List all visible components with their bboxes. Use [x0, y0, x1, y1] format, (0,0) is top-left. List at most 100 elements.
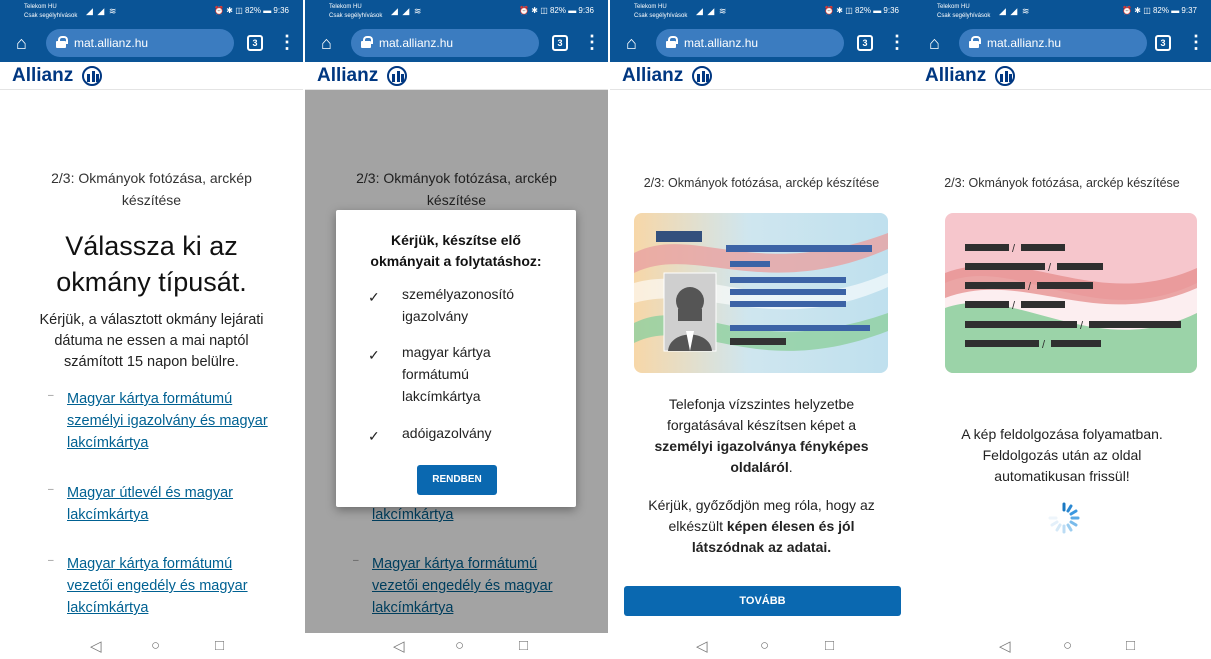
allianz-logo-mark-icon — [82, 66, 102, 86]
site-header: Allianz — [305, 62, 608, 90]
home-circle-icon[interactable]: ○ — [1063, 637, 1072, 654]
signal-icon: ◢ ◢ ≋ — [86, 6, 118, 16]
allianz-logo[interactable]: Allianz — [317, 65, 378, 87]
allianz-logo[interactable]: Allianz — [925, 65, 986, 87]
site-header: Allianz — [913, 62, 1211, 90]
home-circle-icon[interactable]: ○ — [455, 637, 464, 654]
more-menu-icon[interactable]: ⋮ — [583, 32, 601, 52]
id-card-front-illustration — [634, 213, 888, 373]
signal-icon: ◢ ◢ ≋ — [391, 6, 423, 16]
site-header: Allianz — [610, 62, 913, 90]
url-text: mat.allianz.hu — [74, 36, 149, 50]
allianz-logo-mark-icon — [692, 66, 712, 86]
back-icon[interactable]: ◁ — [696, 637, 708, 655]
home-icon[interactable]: ⌂ — [321, 33, 332, 54]
step-title: 2/3: Okmányok fotózása, arckép készítése — [643, 176, 880, 190]
lock-icon — [56, 36, 68, 48]
more-menu-icon[interactable]: ⋮ — [278, 32, 296, 52]
list-bullet: – — [48, 484, 54, 495]
carrier-name: Telekom HU — [24, 4, 57, 10]
step-title: 2/3: Okmányok fotózása, arckép készítése — [51, 170, 252, 208]
checkmark-icon: ✓ — [368, 289, 380, 305]
recents-icon[interactable]: □ — [825, 637, 834, 654]
tab-switcher-button[interactable]: 3 — [1155, 35, 1171, 51]
android-nav-bar: ◁ ○ □ — [913, 633, 1211, 659]
page-content: 2/3: Okmányok fotózása, arckép készítése… — [913, 90, 1211, 633]
status-icons-time: ⏰ ✱ ◫ 82% ▬ 9:36 — [519, 6, 594, 15]
status-bar: Telekom HU Csak segélyhívások ◢ ◢ ≋ ⏰ ✱ ◫… — [610, 0, 913, 24]
address-bar[interactable]: mat.allianz.hu — [959, 29, 1147, 57]
android-nav-bar: ◁ ○ □ — [305, 633, 608, 659]
photo-instructions: Telefonja vízszintes helyzetbe forgatásá… — [654, 396, 869, 475]
recents-icon[interactable]: □ — [215, 637, 224, 654]
expiry-notice: Kérjük, a választott okmány lejárati dát… — [39, 312, 264, 370]
status-icons-time: ⏰ ✱ ◫ 82% ▬ 9:36 — [214, 6, 289, 15]
next-button[interactable]: TOVÁBB — [624, 586, 901, 616]
carrier-status: Csak segélyhívások — [634, 13, 688, 19]
status-bar: Telekom HU Csak segélyhívások ◢ ◢ ≋ ⏰ ✱ ◫… — [913, 0, 1211, 24]
url-text: mat.allianz.hu — [684, 36, 759, 50]
browser-toolbar: ⌂ mat.allianz.hu 3 ⋮ — [610, 24, 913, 62]
sharpness-notice: Kérjük, győződjön meg róla, hogy az elké… — [648, 497, 875, 555]
prepare-documents-dialog: Kérjük, készítse elő okmányait a folytat… — [336, 210, 576, 507]
tab-switcher-button[interactable]: 3 — [857, 35, 873, 51]
android-nav-bar: ◁ ○ □ — [610, 633, 913, 659]
page-content: 2/3: Okmányok fotózása, arckép készítése… — [0, 90, 303, 633]
carrier-name: Telekom HU — [329, 4, 362, 10]
status-bar: Telekom HU Csak segélyhívások ◢ ◢ ≋ ⏰ ✱ ◫… — [305, 0, 608, 24]
home-circle-icon[interactable]: ○ — [760, 637, 769, 654]
home-icon[interactable]: ⌂ — [929, 33, 940, 54]
tab-switcher-button[interactable]: 3 — [552, 35, 568, 51]
home-icon[interactable]: ⌂ — [16, 33, 27, 54]
status-icons-time: ⏰ ✱ ◫ 82% ▬ 9:36 — [824, 6, 899, 15]
back-icon[interactable]: ◁ — [393, 637, 405, 655]
more-menu-icon[interactable]: ⋮ — [1187, 32, 1205, 52]
allianz-logo[interactable]: Allianz — [12, 65, 73, 87]
page-title: Válassza ki az okmány típusát. — [56, 231, 247, 297]
lock-icon — [361, 36, 373, 48]
address-bar[interactable]: mat.allianz.hu — [46, 29, 234, 57]
id-card-back-illustration: / / / / / / — [945, 213, 1197, 373]
allianz-logo-mark-icon — [995, 66, 1015, 86]
step-title: 2/3: Okmányok fotózása, arckép készítése — [944, 176, 1180, 190]
back-icon[interactable]: ◁ — [90, 637, 102, 655]
address-bar[interactable]: mat.allianz.hu — [656, 29, 844, 57]
lock-icon — [666, 36, 678, 48]
back-icon[interactable]: ◁ — [999, 637, 1011, 655]
allianz-logo-mark-icon — [387, 66, 407, 86]
checkmark-icon: ✓ — [368, 428, 380, 444]
url-text: mat.allianz.hu — [379, 36, 454, 50]
checkmark-icon: ✓ — [368, 347, 380, 363]
browser-toolbar: ⌂ mat.allianz.hu 3 ⋮ — [0, 24, 303, 62]
screen-prepare-documents-dialog: Telekom HU Csak segélyhívások ◢ ◢ ≋ ⏰ ✱ ◫… — [305, 0, 608, 659]
carrier-status: Csak segélyhívások — [329, 13, 383, 19]
allianz-logo[interactable]: Allianz — [622, 65, 683, 87]
carrier-status: Csak segélyhívások — [937, 13, 991, 19]
more-menu-icon[interactable]: ⋮ — [888, 32, 906, 52]
list-bullet: – — [48, 390, 54, 401]
address-bar[interactable]: mat.allianz.hu — [351, 29, 539, 57]
browser-toolbar: ⌂ mat.allianz.hu 3 ⋮ — [913, 24, 1211, 62]
tab-switcher-button[interactable]: 3 — [247, 35, 263, 51]
screen-document-type: Telekom HU Csak segélyhívások ◢ ◢ ≋ ⏰ ✱ ◫… — [0, 0, 303, 659]
screen-processing: Telekom HU Csak segélyhívások ◢ ◢ ≋ ⏰ ✱ ◫… — [913, 0, 1211, 659]
ok-button[interactable]: RENDBEN — [417, 465, 497, 495]
loading-spinner-icon — [1048, 502, 1080, 534]
id-card-back-icon: / / / / / / — [945, 213, 1197, 373]
signal-icon: ◢ ◢ ≋ — [999, 6, 1031, 16]
recents-icon[interactable]: □ — [519, 637, 528, 654]
signal-icon: ◢ ◢ ≋ — [696, 6, 728, 16]
recents-icon[interactable]: □ — [1126, 637, 1135, 654]
page-content: 2/3: Okmányok fotózása, arckép készítése — [610, 90, 913, 633]
screen-photo-instructions: Telekom HU Csak segélyhívások ◢ ◢ ≋ ⏰ ✱ ◫… — [610, 0, 913, 659]
home-icon[interactable]: ⌂ — [626, 33, 637, 54]
url-text: mat.allianz.hu — [987, 36, 1062, 50]
processing-message: A kép feldolgozása folyamatban. Feldolgo… — [961, 426, 1163, 484]
carrier-name: Telekom HU — [937, 4, 970, 10]
status-bar: Telekom HU Csak segélyhívások ◢ ◢ ≋ ⏰ ✱ ◫… — [0, 0, 303, 24]
list-bullet: – — [48, 555, 54, 566]
home-circle-icon[interactable]: ○ — [151, 637, 160, 654]
carrier-status: Csak segélyhívások — [24, 13, 78, 19]
id-card-front-icon — [634, 213, 888, 373]
site-header: Allianz — [0, 62, 303, 90]
